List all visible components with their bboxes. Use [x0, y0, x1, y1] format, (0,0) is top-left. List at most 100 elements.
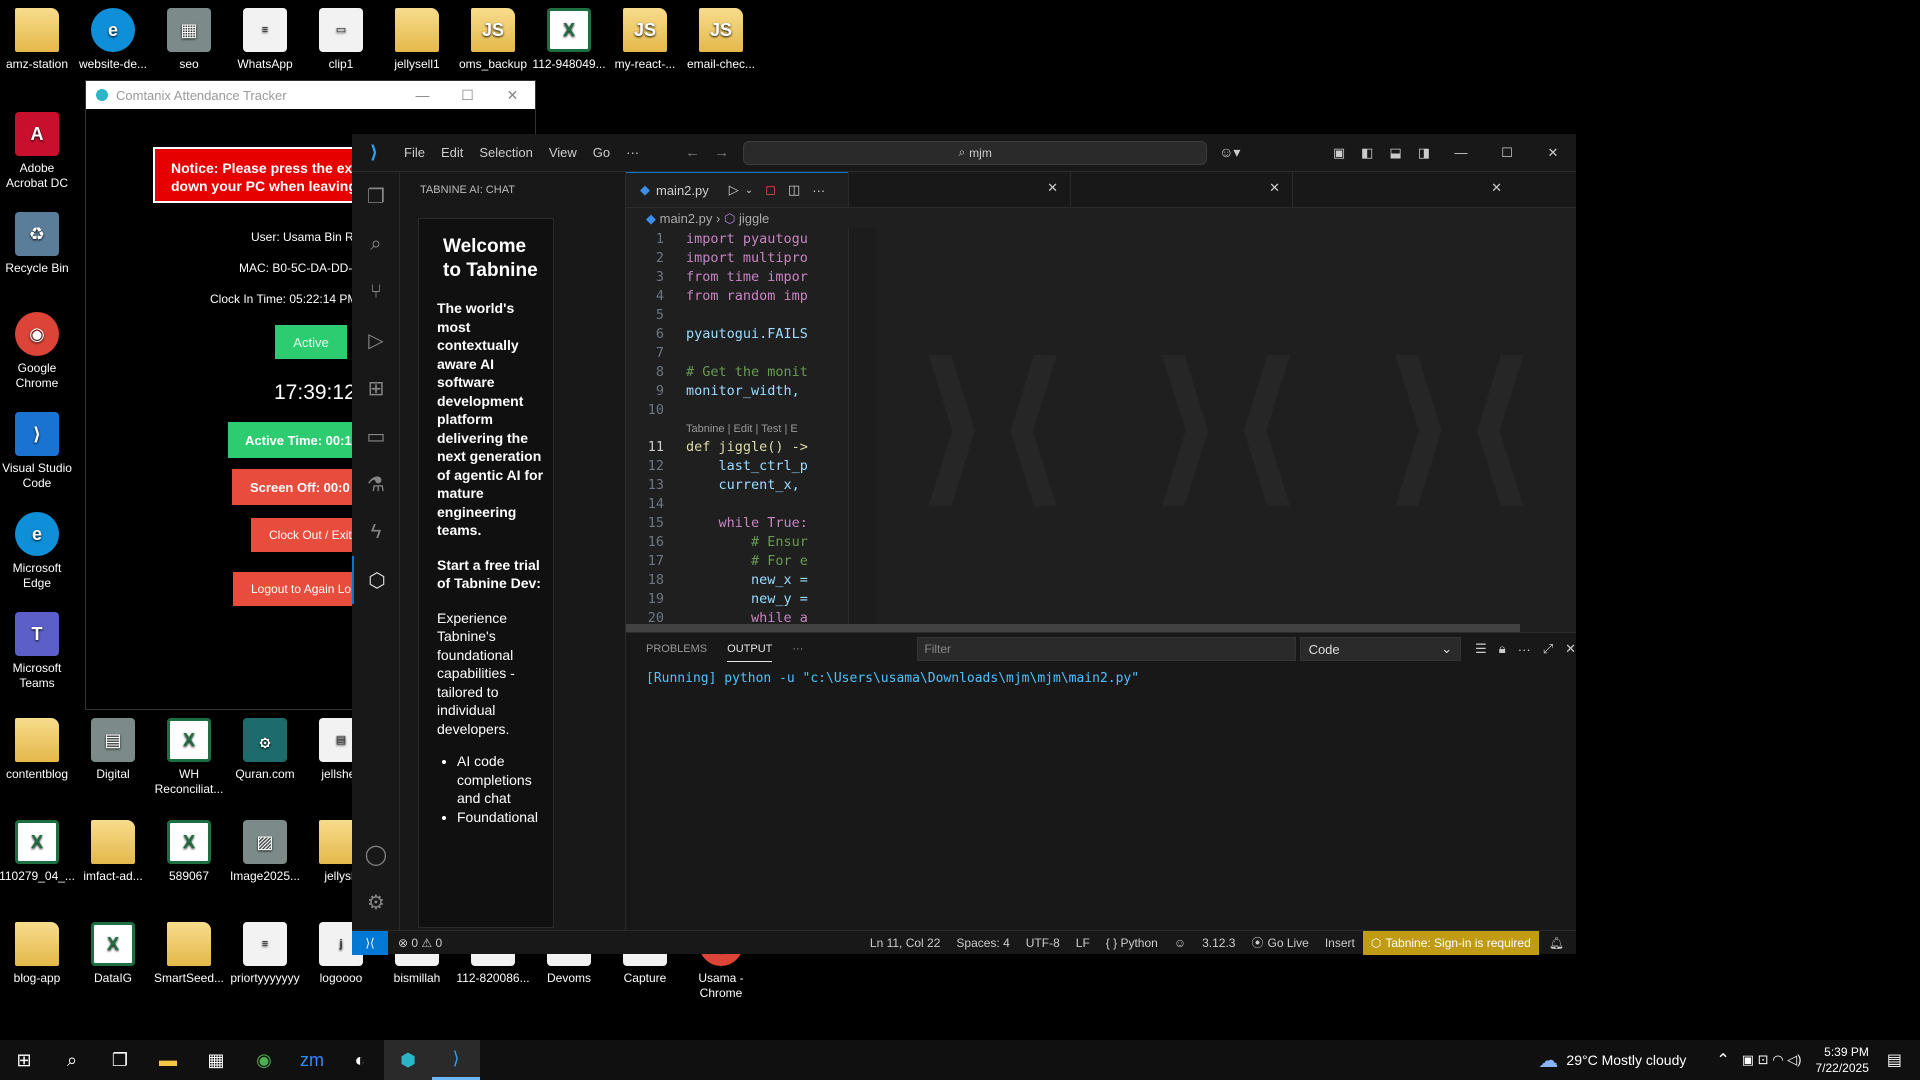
desktop-icon[interactable]: jellysell1 — [379, 8, 455, 72]
status-active-button[interactable]: Active — [275, 325, 347, 359]
empty-group-3[interactable]: ✕ — [1070, 172, 1292, 207]
code-line[interactable]: 15 while True: — [626, 514, 848, 533]
code-line[interactable]: 5 — [626, 306, 848, 325]
run-file-icon[interactable]: ▷ — [729, 182, 739, 198]
clock-out-button[interactable]: Clock Out / Exit — [251, 518, 358, 552]
close-group-icon[interactable]: ✕ — [1491, 180, 1502, 195]
file-explorer-icon[interactable]: ▬ — [144, 1040, 192, 1080]
codelens[interactable]: Tabnine | Edit | Test | E — [626, 420, 848, 438]
tabnine-status[interactable]: ⬡ Tabnine: Sign-in is required — [1362, 930, 1539, 955]
desktop-icon[interactable]: JS email-chec... — [683, 8, 759, 72]
task-view-icon[interactable]: ❐ — [96, 1040, 144, 1080]
chevron-up-icon[interactable]: ⌃ — [1716, 1050, 1729, 1070]
desktop-icon[interactable]: X 589067 — [151, 820, 227, 884]
vscode-taskbar-icon[interactable]: ⟩ — [432, 1040, 480, 1080]
close-group-icon[interactable]: ✕ — [1269, 180, 1280, 195]
settings-gear-icon[interactable]: ⚙ — [352, 878, 400, 926]
breadcrumb-symbol[interactable]: jiggle — [739, 211, 769, 226]
code-line[interactable]: 12 last_ctrl_p — [626, 457, 848, 476]
empty-group-4[interactable]: ✕ — [1292, 172, 1514, 207]
indentation[interactable]: Spaces: 4 — [956, 936, 1009, 950]
cursor-position[interactable]: Ln 11, Col 22 — [870, 936, 941, 950]
code-line[interactable]: 6 pyautogui.FAILS — [626, 325, 848, 344]
code-line[interactable]: 18 new_x = — [626, 571, 848, 590]
search-icon[interactable]: ⌕ — [48, 1040, 96, 1080]
output-channel-select[interactable]: Code ⌄ — [1299, 637, 1462, 661]
testing-icon[interactable]: ⚗ — [352, 460, 400, 508]
code-line[interactable]: 19 new_y = — [626, 590, 848, 609]
layout-customize-icon[interactable]: ▣ — [1333, 145, 1345, 161]
code-line[interactable]: 16 # Ensur — [626, 533, 848, 552]
thunder-icon[interactable]: ϟ — [352, 508, 400, 556]
desktop-icon[interactable]: ▨ Image2025... — [227, 820, 303, 884]
search-view-icon[interactable]: ⌕ — [352, 220, 400, 268]
desktop-icon[interactable]: contentblog — [0, 718, 75, 782]
insert-mode[interactable]: Insert — [1325, 936, 1355, 950]
output-panel[interactable]: PROBLEMS OUTPUT ··· Filter Code ⌄ ☰ 🔒︎ ···… — [626, 632, 1576, 930]
menu-item[interactable]: File — [396, 145, 433, 160]
tab-main2-py[interactable]: ◆ main2.py ▷ ⌄ ◻ ◫ ··· — [626, 172, 848, 207]
code-line[interactable]: 7 — [626, 344, 848, 363]
command-center-search[interactable]: ⌕ mjm — [743, 140, 1208, 165]
vscode-titlebar[interactable]: ⟩ File Edit Selection View Go ··· ← → ⌕ mjm ☺… — [352, 134, 1576, 172]
code-line[interactable]: 17 # For e — [626, 552, 848, 571]
vscode-window[interactable]: ⟩ File Edit Selection View Go ··· ← → ⌕ mjm ☺… — [352, 134, 1576, 955]
close-icon[interactable]: ✕ — [1530, 145, 1576, 161]
desktop-icon[interactable]: ▦ seo — [151, 8, 227, 72]
forward-arrow-icon[interactable]: → — [714, 144, 729, 161]
filter-input[interactable]: Filter — [917, 637, 1296, 661]
more-actions-icon[interactable]: ··· — [1518, 642, 1531, 657]
encoding[interactable]: UTF-8 — [1026, 936, 1060, 950]
close-group-icon[interactable]: ✕ — [1047, 180, 1058, 195]
desktop-icon[interactable]: ♻ Recycle Bin — [0, 212, 75, 276]
minimize-button[interactable]: — — [400, 87, 445, 103]
source-control-icon[interactable]: ⑂ — [352, 268, 400, 316]
minimize-icon[interactable]: — — [1438, 145, 1484, 160]
clear-output-icon[interactable]: ☰ — [1475, 641, 1487, 657]
notifications-bell-icon[interactable]: 🔔︎ — [1549, 936, 1564, 950]
desktop-icon[interactable]: X 110279_04_... — [0, 820, 75, 884]
desktop-icon[interactable]: e website-de... — [75, 8, 151, 72]
horizontal-scrollbar[interactable] — [626, 624, 1520, 632]
clock[interactable]: 5:39 PM 7/22/2025 — [1815, 1044, 1868, 1076]
breadcrumb[interactable]: ◆ main2.py › ⬡ jiggle — [626, 208, 1576, 230]
desktop-icon[interactable]: blog-app — [0, 922, 75, 986]
desktop-icon[interactable]: ۞ Quran.com — [227, 718, 303, 782]
run-debug-icon[interactable]: ▷ — [352, 316, 400, 364]
chrome-icon[interactable]: ◉ — [240, 1040, 288, 1080]
remote-indicator-icon[interactable]: ⟩⟨ — [352, 930, 388, 955]
code-line[interactable]: 4 from random imp — [626, 287, 848, 306]
desktop-icon[interactable]: ⟩ Visual Studio Code — [0, 412, 75, 491]
desktop-icon[interactable]: JS oms_backup — [455, 8, 531, 72]
desktop-icon[interactable]: e Microsoft Edge — [0, 512, 75, 591]
menu-item[interactable]: ··· — [618, 145, 647, 160]
desktop-icon[interactable]: ≡ priortyyyyyyy — [227, 922, 303, 986]
copilot-icon[interactable]: ☺▾ — [1219, 144, 1240, 161]
close-panel-icon[interactable]: ✕ — [1565, 641, 1576, 657]
zoom-icon[interactable]: zm — [288, 1040, 336, 1080]
empty-group-2[interactable]: ✕ — [848, 172, 1070, 207]
editor-area[interactable]: ◆ main2.py ▷ ⌄ ◻ ◫ ··· ✕ ✕ ✕ ◆ main2.py … — [626, 172, 1576, 632]
panel-tab[interactable]: OUTPUT — [727, 637, 773, 662]
stop-icon[interactable]: ◻ — [765, 182, 776, 198]
go-live[interactable]: Go Live — [1267, 936, 1308, 950]
remote-explorer-icon[interactable]: ▭ — [352, 412, 400, 460]
toggle-secondary-sidebar-icon[interactable]: ◨ — [1418, 145, 1430, 161]
maximize-icon[interactable]: ☐ — [1484, 145, 1530, 161]
code-line[interactable]: 2 import multipro — [626, 249, 848, 268]
menu-item[interactable]: Go — [585, 145, 618, 160]
close-button[interactable]: ✕ — [490, 87, 535, 104]
toggle-panel-icon[interactable]: ⬓ — [1389, 145, 1401, 161]
desktop-icon[interactable]: X 112-948049... — [531, 8, 607, 72]
maximize-panel-icon[interactable]: ⤢ — [1543, 641, 1553, 657]
code-line[interactable]: 1 import pyautogu — [626, 230, 848, 249]
run-dropdown-icon[interactable]: ⌄ — [745, 185, 753, 196]
breadcrumb-file[interactable]: main2.py — [660, 211, 713, 226]
minimap[interactable] — [848, 228, 876, 624]
more-actions-icon[interactable]: ··· — [812, 183, 825, 198]
desktop-icon[interactable]: A Adobe Acrobat DC — [0, 112, 75, 191]
copilot-status-icon[interactable]: ☺ — [1174, 936, 1186, 950]
panel-tab[interactable]: ··· — [792, 637, 803, 662]
code-line[interactable]: 20 while a — [626, 609, 848, 622]
logout-button[interactable]: Logout to Again Lo — [233, 572, 358, 606]
